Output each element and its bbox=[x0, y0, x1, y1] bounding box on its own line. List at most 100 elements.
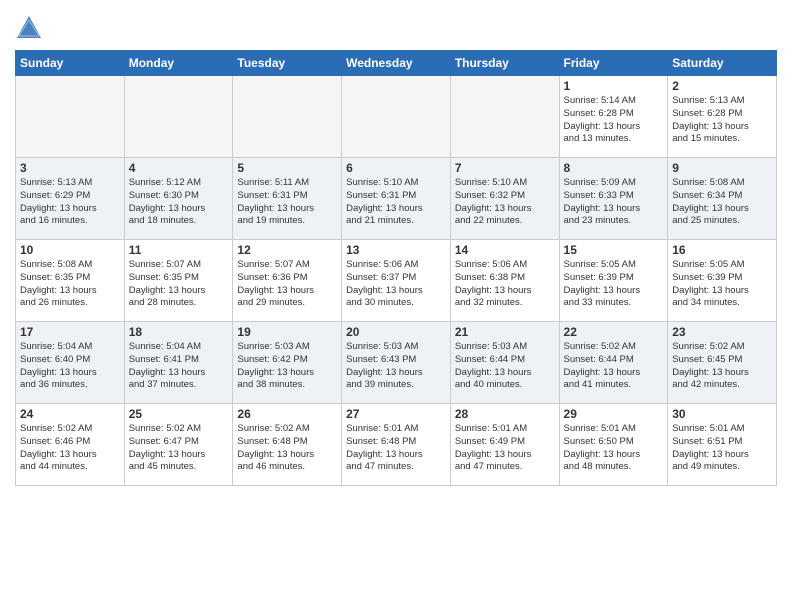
calendar-cell: 18Sunrise: 5:04 AMSunset: 6:41 PMDayligh… bbox=[124, 322, 233, 404]
day-number: 3 bbox=[20, 161, 120, 175]
calendar-cell: 5Sunrise: 5:11 AMSunset: 6:31 PMDaylight… bbox=[233, 158, 342, 240]
logo-icon bbox=[15, 14, 43, 42]
day-number: 10 bbox=[20, 243, 120, 257]
calendar-cell: 26 Sunrise: 5:02 AMSunset: 6:48 PMDayligh… bbox=[233, 404, 342, 486]
day-number: 20 bbox=[346, 325, 446, 339]
day-of-week-header: Thursday bbox=[450, 51, 559, 76]
day-number: 24 bbox=[20, 407, 120, 421]
day-info: Sunrise: 5:04 AMSunset: 6:41 PMDaylight:… bbox=[129, 341, 229, 392]
day-number: 13 bbox=[346, 243, 446, 257]
calendar-cell: 15 Sunrise: 5:05 AMSunset: 6:39 PMDayligh… bbox=[559, 240, 668, 322]
day-info: Sunrise: 5:07 AMSunset: 6:35 PMDaylight:… bbox=[129, 259, 229, 310]
calendar-cell: 25Sunrise: 5:02 AMSunset: 6:47 PMDayligh… bbox=[124, 404, 233, 486]
calendar-week-row: 24 Sunrise: 5:02 AMSunset: 6:46 PMDayligh… bbox=[16, 404, 777, 486]
calendar-cell: 21Sunrise: 5:03 AMSunset: 6:44 PMDayligh… bbox=[450, 322, 559, 404]
calendar-cell: 3 Sunrise: 5:13 AMSunset: 6:29 PMDaylight… bbox=[16, 158, 125, 240]
calendar-cell bbox=[450, 76, 559, 158]
day-number: 2 bbox=[672, 79, 772, 93]
calendar-cell: 30 Sunrise: 5:01 AMSunset: 6:51 PMDayligh… bbox=[668, 404, 777, 486]
calendar-cell: 19 Sunrise: 5:03 AMSunset: 6:42 PMDayligh… bbox=[233, 322, 342, 404]
day-info: Sunrise: 5:02 AMSunset: 6:48 PMDaylight:… bbox=[237, 423, 337, 474]
day-info: Sunrise: 5:06 AMSunset: 6:37 PMDaylight:… bbox=[346, 259, 446, 310]
day-number: 12 bbox=[237, 243, 337, 257]
day-info: Sunrise: 5:01 AMSunset: 6:50 PMDaylight:… bbox=[564, 423, 664, 474]
day-number: 11 bbox=[129, 243, 229, 257]
header-row: SundayMondayTuesdayWednesdayThursdayFrid… bbox=[16, 51, 777, 76]
calendar-page: SundayMondayTuesdayWednesdayThursdayFrid… bbox=[0, 0, 792, 612]
calendar-week-row: 17 Sunrise: 5:04 AMSunset: 6:40 PMDayligh… bbox=[16, 322, 777, 404]
day-of-week-header: Tuesday bbox=[233, 51, 342, 76]
calendar-cell: 9 Sunrise: 5:08 AMSunset: 6:34 PMDaylight… bbox=[668, 158, 777, 240]
calendar-cell: 4 Sunrise: 5:12 AMSunset: 6:30 PMDaylight… bbox=[124, 158, 233, 240]
calendar-cell: 12 Sunrise: 5:07 AMSunset: 6:36 PMDayligh… bbox=[233, 240, 342, 322]
day-info: Sunrise: 5:06 AMSunset: 6:38 PMDaylight:… bbox=[455, 259, 555, 310]
day-number: 9 bbox=[672, 161, 772, 175]
day-info: Sunrise: 5:10 AMSunset: 6:32 PMDaylight:… bbox=[455, 177, 555, 228]
day-number: 6 bbox=[346, 161, 446, 175]
calendar-cell: 11 Sunrise: 5:07 AMSunset: 6:35 PMDayligh… bbox=[124, 240, 233, 322]
calendar-cell bbox=[233, 76, 342, 158]
day-number: 23 bbox=[672, 325, 772, 339]
calendar-cell: 22 Sunrise: 5:02 AMSunset: 6:44 PMDayligh… bbox=[559, 322, 668, 404]
calendar-cell bbox=[16, 76, 125, 158]
day-info: Sunrise: 5:01 AMSunset: 6:49 PMDaylight:… bbox=[455, 423, 555, 474]
calendar-cell: 10 Sunrise: 5:08 AMSunset: 6:35 PMDayligh… bbox=[16, 240, 125, 322]
day-number: 28 bbox=[455, 407, 555, 421]
day-of-week-header: Saturday bbox=[668, 51, 777, 76]
calendar-cell: 2 Sunrise: 5:13 AMSunset: 6:28 PMDaylight… bbox=[668, 76, 777, 158]
calendar-cell bbox=[124, 76, 233, 158]
day-number: 15 bbox=[564, 243, 664, 257]
day-info: Sunrise: 5:13 AMSunset: 6:29 PMDaylight:… bbox=[20, 177, 120, 228]
day-info: Sunrise: 5:04 AMSunset: 6:40 PMDaylight:… bbox=[20, 341, 120, 392]
calendar-cell: 7 Sunrise: 5:10 AMSunset: 6:32 PMDaylight… bbox=[450, 158, 559, 240]
day-info: Sunrise: 5:14 AMSunset: 6:28 PMDaylight:… bbox=[564, 95, 664, 146]
calendar-week-row: 3 Sunrise: 5:13 AMSunset: 6:29 PMDaylight… bbox=[16, 158, 777, 240]
day-info: Sunrise: 5:08 AMSunset: 6:35 PMDaylight:… bbox=[20, 259, 120, 310]
day-number: 7 bbox=[455, 161, 555, 175]
day-info: Sunrise: 5:02 AMSunset: 6:46 PMDaylight:… bbox=[20, 423, 120, 474]
calendar-cell: 24 Sunrise: 5:02 AMSunset: 6:46 PMDayligh… bbox=[16, 404, 125, 486]
day-number: 19 bbox=[237, 325, 337, 339]
calendar-cell: 28 Sunrise: 5:01 AMSunset: 6:49 PMDayligh… bbox=[450, 404, 559, 486]
calendar-cell bbox=[342, 76, 451, 158]
calendar-cell: 8 Sunrise: 5:09 AMSunset: 6:33 PMDaylight… bbox=[559, 158, 668, 240]
day-info: Sunrise: 5:12 AMSunset: 6:30 PMDaylight:… bbox=[129, 177, 229, 228]
calendar-cell: 16Sunrise: 5:05 AMSunset: 6:39 PMDayligh… bbox=[668, 240, 777, 322]
day-info: Sunrise: 5:05 AMSunset: 6:39 PMDaylight:… bbox=[564, 259, 664, 310]
day-info: Sunrise: 5:03 AMSunset: 6:43 PMDaylight:… bbox=[346, 341, 446, 392]
day-number: 30 bbox=[672, 407, 772, 421]
day-number: 4 bbox=[129, 161, 229, 175]
calendar-week-row: 10 Sunrise: 5:08 AMSunset: 6:35 PMDayligh… bbox=[16, 240, 777, 322]
calendar-cell: 23Sunrise: 5:02 AMSunset: 6:45 PMDayligh… bbox=[668, 322, 777, 404]
logo bbox=[15, 14, 47, 42]
day-info: Sunrise: 5:11 AMSunset: 6:31 PMDaylight:… bbox=[237, 177, 337, 228]
day-info: Sunrise: 5:03 AMSunset: 6:42 PMDaylight:… bbox=[237, 341, 337, 392]
day-info: Sunrise: 5:02 AMSunset: 6:44 PMDaylight:… bbox=[564, 341, 664, 392]
day-info: Sunrise: 5:13 AMSunset: 6:28 PMDaylight:… bbox=[672, 95, 772, 146]
day-number: 22 bbox=[564, 325, 664, 339]
day-info: Sunrise: 5:02 AMSunset: 6:47 PMDaylight:… bbox=[129, 423, 229, 474]
day-info: Sunrise: 5:07 AMSunset: 6:36 PMDaylight:… bbox=[237, 259, 337, 310]
day-info: Sunrise: 5:10 AMSunset: 6:31 PMDaylight:… bbox=[346, 177, 446, 228]
day-info: Sunrise: 5:08 AMSunset: 6:34 PMDaylight:… bbox=[672, 177, 772, 228]
day-of-week-header: Sunday bbox=[16, 51, 125, 76]
day-of-week-header: Friday bbox=[559, 51, 668, 76]
day-number: 21 bbox=[455, 325, 555, 339]
calendar-cell: 20 Sunrise: 5:03 AMSunset: 6:43 PMDayligh… bbox=[342, 322, 451, 404]
day-info: Sunrise: 5:05 AMSunset: 6:39 PMDaylight:… bbox=[672, 259, 772, 310]
day-number: 8 bbox=[564, 161, 664, 175]
header bbox=[15, 10, 777, 42]
calendar-cell: 17 Sunrise: 5:04 AMSunset: 6:40 PMDayligh… bbox=[16, 322, 125, 404]
day-info: Sunrise: 5:01 AMSunset: 6:51 PMDaylight:… bbox=[672, 423, 772, 474]
day-number: 26 bbox=[237, 407, 337, 421]
day-of-week-header: Monday bbox=[124, 51, 233, 76]
day-number: 17 bbox=[20, 325, 120, 339]
calendar-cell: 6 Sunrise: 5:10 AMSunset: 6:31 PMDaylight… bbox=[342, 158, 451, 240]
day-info: Sunrise: 5:01 AMSunset: 6:48 PMDaylight:… bbox=[346, 423, 446, 474]
calendar-week-row: 1Sunrise: 5:14 AMSunset: 6:28 PMDaylight… bbox=[16, 76, 777, 158]
day-of-week-header: Wednesday bbox=[342, 51, 451, 76]
calendar-cell: 13 Sunrise: 5:06 AMSunset: 6:37 PMDayligh… bbox=[342, 240, 451, 322]
calendar-cell: 29Sunrise: 5:01 AMSunset: 6:50 PMDayligh… bbox=[559, 404, 668, 486]
calendar-cell: 1Sunrise: 5:14 AMSunset: 6:28 PMDaylight… bbox=[559, 76, 668, 158]
day-info: Sunrise: 5:09 AMSunset: 6:33 PMDaylight:… bbox=[564, 177, 664, 228]
